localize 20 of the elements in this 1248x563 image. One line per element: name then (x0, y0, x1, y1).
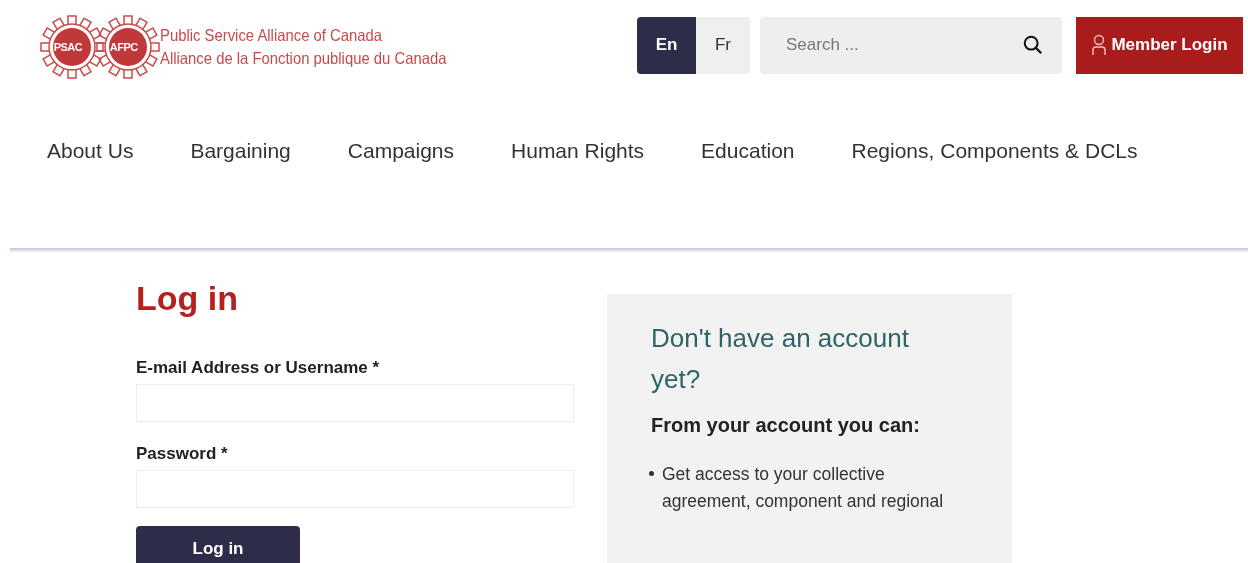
login-button[interactable]: Log in (136, 526, 300, 563)
language-button[interactable]: En (637, 16, 696, 74)
nav-link[interactable]: Regions, Components & DCLs (851, 139, 1138, 162)
field-label: E-mail Address or Username * (136, 358, 381, 378)
nav-link[interactable]: About Us (47, 139, 134, 162)
nav-link[interactable]: Education (701, 139, 795, 162)
nav-link[interactable]: Bargaining (190, 139, 291, 162)
logo-badge-text: AFPC (109, 41, 138, 53)
member-login-button[interactable]: Member Login (1076, 16, 1243, 74)
logo-text: Public Service Alliance of Canada (159, 25, 383, 46)
panel-heading: Don't have an account yet? (651, 322, 910, 396)
nav-link[interactable]: Human Rights (511, 139, 645, 162)
logo-text: Alliance de la Fonction publique du Canada (159, 48, 447, 69)
logo-badge-text: PSAC (53, 41, 83, 53)
field-label: Password * (136, 444, 229, 464)
nav-link[interactable]: Campaigns (347, 139, 455, 162)
bullet-text: Get access to your collective agreement, component and regional (662, 463, 945, 513)
panel-subheading: From your account you can: (651, 414, 921, 437)
search-field[interactable]: Search ... (760, 16, 1062, 74)
page-title: Log in (136, 279, 239, 318)
